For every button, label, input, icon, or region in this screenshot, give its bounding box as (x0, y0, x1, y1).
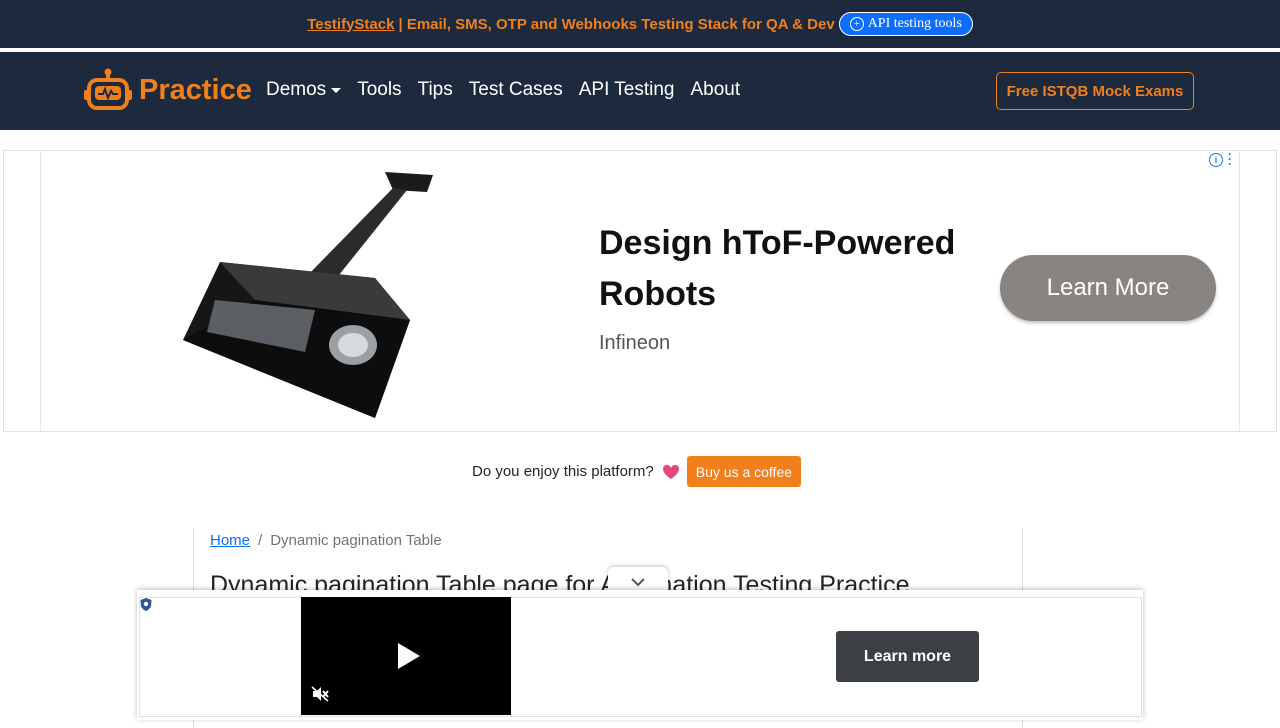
video-ad-learn-more-button[interactable]: Learn more (836, 631, 979, 682)
chevron-down-icon (631, 578, 645, 587)
ad-advertiser[interactable]: Infineon (599, 332, 670, 355)
nav-api-testing[interactable]: API Testing (579, 79, 675, 101)
istqb-mock-exams-button[interactable]: Free ISTQB Mock Exams (996, 72, 1194, 110)
video-ad-frame[interactable] (139, 597, 1142, 717)
nav-demos-label: Demos (266, 79, 327, 100)
nav-links: Demos Tools Tips Test Cases API Testing … (266, 79, 740, 101)
nav-tools[interactable]: Tools (357, 79, 401, 101)
nav-about[interactable]: About (691, 79, 741, 101)
nav-test-cases[interactable]: Test Cases (469, 79, 563, 101)
api-testing-tools-label: API testing tools (867, 16, 962, 31)
logo-text: Practice (139, 73, 252, 106)
breadcrumb-home-link[interactable]: Home (210, 532, 250, 549)
main-navbar: Practice Demos Tools Tips Test Cases API… (0, 52, 1280, 130)
ad-info-icon[interactable]: i (1209, 153, 1223, 167)
api-testing-tools-button[interactable]: + API testing tools (838, 12, 973, 36)
buy-coffee-button[interactable]: Buy us a coffee (686, 456, 802, 487)
heart-icon (662, 464, 679, 479)
ad-menu-icon[interactable]: · · · (1226, 148, 1234, 170)
support-row: Do you enjoy this platform? Buy us a cof… (472, 456, 802, 487)
testifystack-link[interactable]: TestifyStack (307, 16, 394, 33)
support-question: Do you enjoy this platform? (472, 463, 654, 480)
ad-learn-more-button[interactable]: Learn More (1000, 255, 1216, 321)
robot-logo-icon (84, 68, 132, 110)
announcement-bar: TestifyStack | Email, SMS, OTP and Webho… (0, 0, 1280, 50)
ad-product-image[interactable] (175, 160, 445, 425)
site-logo[interactable]: Practice (84, 68, 252, 112)
mute-icon[interactable] (311, 686, 329, 702)
breadcrumb-separator: / (258, 532, 263, 549)
caret-down-icon (331, 87, 342, 93)
play-icon[interactable] (397, 642, 421, 670)
nav-tips[interactable]: Tips (418, 79, 453, 101)
announcement-tagline: | Email, SMS, OTP and Webhooks Testing S… (398, 15, 835, 33)
nav-demos[interactable]: Demos (266, 79, 342, 101)
plus-circle-icon: + (849, 17, 864, 31)
ad-headline[interactable]: Design hToF-Powered Robots (599, 218, 979, 320)
shield-icon[interactable] (139, 597, 153, 612)
breadcrumb-current: Dynamic pagination Table (270, 532, 442, 549)
breadcrumb: Home / Dynamic pagination Table (210, 532, 442, 549)
